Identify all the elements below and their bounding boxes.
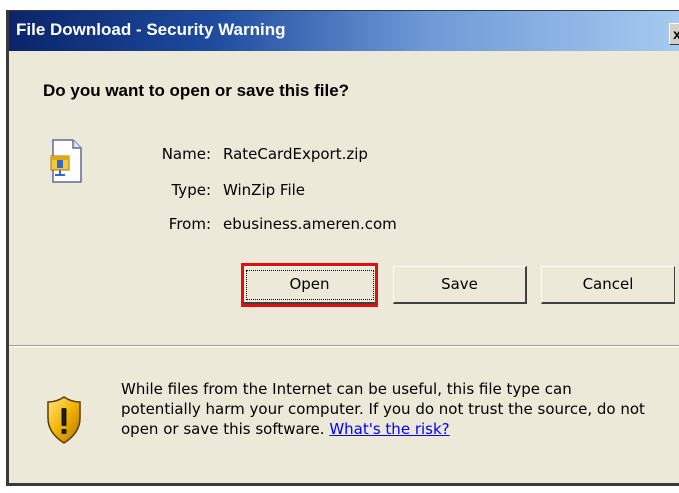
whats-the-risk-link[interactable]: What's the risk? [329, 420, 449, 438]
warning-line-1: While files from the Internet can be use… [121, 380, 572, 398]
dialog-question: Do you want to open or save this file? [43, 81, 350, 100]
from-label: From: [168, 215, 211, 233]
warning-message: While files from the Internet can be use… [121, 379, 679, 439]
close-button[interactable]: x [669, 23, 679, 45]
type-label: Type: [171, 181, 211, 199]
shield-warning-icon [47, 396, 81, 444]
divider-highlight [9, 346, 679, 347]
save-button[interactable]: Save [393, 266, 527, 304]
name-row: Name: RateCardExport.zip [9, 145, 679, 165]
warning-line-3: open or save this software. What's the r… [121, 419, 679, 439]
close-icon: x [673, 26, 679, 42]
type-row: Type: WinZip File [9, 181, 679, 201]
warning-line-3-text: open or save this software. [121, 420, 325, 438]
title-bar[interactable]: File Download - Security Warning x [9, 11, 679, 51]
from-value: ebusiness.ameren.com [223, 215, 397, 233]
name-label: Name: [161, 145, 211, 163]
security-warning-dialog: File Download - Security Warning x Do yo… [6, 10, 679, 486]
type-value: WinZip File [223, 181, 306, 199]
cancel-button[interactable]: Cancel [541, 266, 675, 304]
warning-line-2: potentially harm your computer. If you d… [121, 400, 645, 418]
open-button[interactable]: Open [242, 266, 378, 304]
from-row: From: ebusiness.ameren.com [9, 215, 679, 235]
name-value: RateCardExport.zip [223, 145, 368, 163]
window-title: File Download - Security Warning [16, 20, 286, 39]
